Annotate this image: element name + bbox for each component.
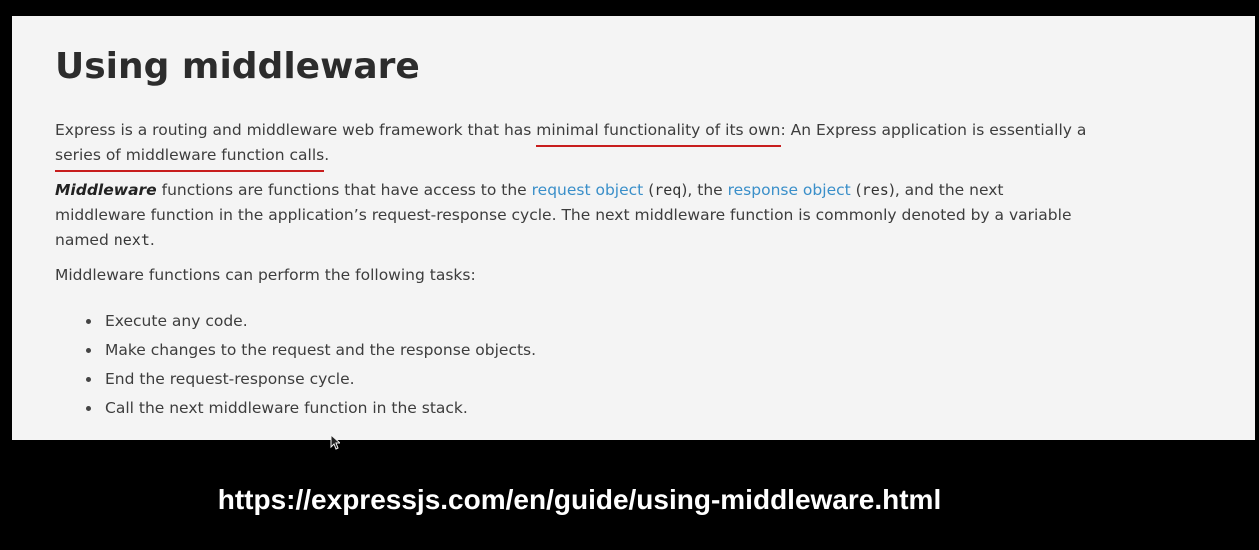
- definition-named-prefix: named: [55, 231, 114, 249]
- list-item: End the request-response cycle.: [55, 365, 536, 394]
- response-object-link[interactable]: response object: [728, 181, 851, 199]
- task-text: Call the next middleware function in the…: [105, 399, 468, 417]
- tasks-list: Execute any code. Make changes to the re…: [55, 307, 536, 423]
- intro-line-2: series of middleware function calls.: [55, 143, 330, 172]
- definition-text-4: (: [850, 181, 862, 199]
- definition-text-3: ), the: [681, 181, 728, 199]
- req-code: req: [654, 181, 682, 199]
- page-title: Using middleware: [55, 46, 420, 87]
- intro-text-3: .: [324, 146, 330, 164]
- list-item: Make changes to the request and the resp…: [55, 336, 536, 365]
- middleware-term: Middleware: [55, 181, 157, 199]
- definition-text-2: (: [643, 181, 655, 199]
- request-object-link[interactable]: request object: [532, 181, 644, 199]
- bullet-icon: [86, 348, 91, 353]
- task-text: End the request-response cycle.: [105, 370, 355, 388]
- definition-line-1: Middleware functions are functions that …: [55, 178, 1003, 203]
- docs-page: Using middleware Express is a routing an…: [12, 16, 1255, 440]
- source-url-caption: https://expressjs.com/en/guide/using-mid…: [217, 484, 942, 515]
- bullet-icon: [86, 319, 91, 324]
- next-code: next: [113, 231, 150, 249]
- list-item: Execute any code.: [55, 307, 536, 336]
- definition-text-1: functions are functions that have access…: [156, 181, 532, 199]
- task-text: Execute any code.: [105, 312, 248, 330]
- bullet-icon: [86, 406, 91, 411]
- definition-named-suffix: .: [149, 231, 155, 249]
- bullet-icon: [86, 377, 91, 382]
- video-frame: Using middleware Express is a routing an…: [0, 0, 1259, 550]
- annotated-phrase-series-of-calls: series of middleware function calls: [55, 143, 325, 172]
- tasks-intro: Middleware functions can perform the fol…: [55, 266, 476, 284]
- annotated-phrase-minimal-functionality: minimal functionality of its own: [536, 118, 781, 147]
- intro-text-2: : An Express application is essentially …: [780, 121, 1087, 139]
- list-item: Call the next middleware function in the…: [55, 394, 536, 423]
- intro-text-1: Express is a routing and middleware web …: [55, 121, 537, 139]
- definition-line-3: named next.: [55, 228, 155, 253]
- intro-line-1: Express is a routing and middleware web …: [55, 118, 1087, 147]
- definition-text-5: ), and the next: [888, 181, 1004, 199]
- res-code: res: [861, 181, 889, 199]
- task-text: Make changes to the request and the resp…: [105, 341, 537, 359]
- definition-line-2: middleware function in the application’s…: [55, 206, 1072, 224]
- mouse-pointer-icon: [330, 434, 340, 450]
